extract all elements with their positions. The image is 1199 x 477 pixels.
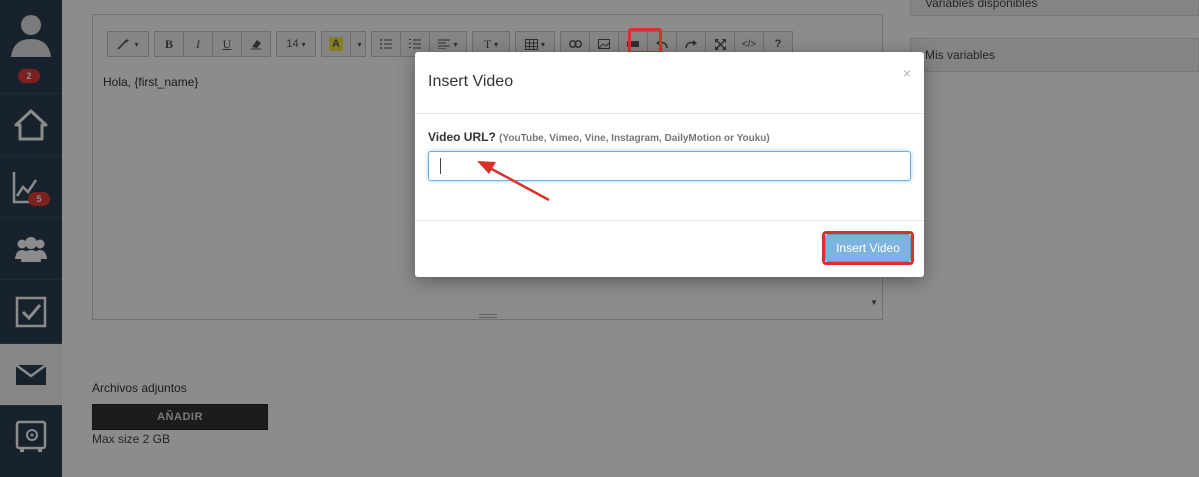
- video-url-hint: (YouTube, Vimeo, Vine, Instagram, DailyM…: [499, 133, 770, 144]
- modal-title: Insert Video: [428, 73, 514, 90]
- text-cursor: [440, 158, 441, 174]
- insert-video-dialog: Insert Video × Video URL? (YouTube, Vime…: [415, 52, 924, 277]
- video-button-highlight: [628, 28, 662, 54]
- video-url-label: Video URL? (YouTube, Vimeo, Vine, Instag…: [428, 130, 770, 144]
- video-url-input[interactable]: [428, 151, 911, 181]
- insert-video-button[interactable]: Insert Video: [825, 234, 911, 262]
- modal-header: Insert Video ×: [415, 52, 924, 114]
- close-icon[interactable]: ×: [903, 65, 911, 81]
- modal-footer: Insert Video: [415, 220, 924, 277]
- video-url-label-text: Video URL?: [428, 130, 496, 144]
